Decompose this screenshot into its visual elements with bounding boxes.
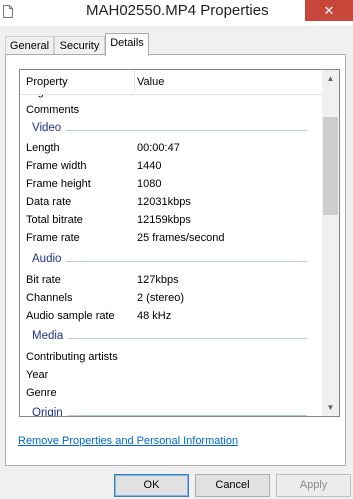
tab-general[interactable]: General: [5, 36, 54, 55]
list-item[interactable]: Year: [20, 367, 322, 385]
property-label: Year: [26, 369, 49, 381]
scrollbar-thumb[interactable]: [323, 117, 338, 215]
group-title: Origin: [32, 407, 68, 416]
column-divider[interactable]: [134, 70, 135, 93]
group-divider: [32, 338, 307, 339]
properties-window: General Security Details Property Value …: [0, 26, 353, 499]
apply-button[interactable]: Apply: [276, 474, 351, 497]
group-title: Video: [32, 122, 67, 134]
property-label: Contributing artists: [26, 351, 118, 363]
cancel-button[interactable]: Cancel: [195, 474, 270, 497]
list-item[interactable]: Contributing artists: [20, 349, 322, 367]
list-item[interactable]: Data rate 12031kbps: [20, 194, 322, 212]
remove-properties-link[interactable]: Remove Properties and Personal Informati…: [18, 435, 238, 447]
property-label: Length: [26, 142, 60, 154]
list-item[interactable]: Audio sample rate 48 kHz: [20, 308, 322, 326]
list-item[interactable]: Length 00:00:47: [20, 140, 322, 158]
property-label: Bit rate: [26, 274, 61, 286]
group-title: Media: [32, 330, 69, 342]
ok-button[interactable]: OK: [114, 474, 189, 497]
group-divider: [32, 130, 307, 131]
property-value: 12031kbps: [137, 196, 191, 208]
close-button[interactable]: ✕: [305, 0, 353, 21]
property-label: Genre: [26, 387, 57, 399]
scroll-down-icon[interactable]: ▼: [322, 399, 339, 416]
property-label: Frame rate: [26, 232, 80, 244]
list-header: Property Value: [20, 70, 322, 95]
group-header-audio: Audio: [20, 252, 322, 270]
property-value: 1440: [137, 160, 162, 172]
list-item[interactable]: Total bitrate 12159kbps: [20, 212, 322, 230]
list-item[interactable]: Bit rate 127kbps: [20, 272, 322, 290]
property-label: Frame height: [26, 178, 91, 190]
list-rows: Tags Comments Video Length 00:00:47 Fram…: [20, 70, 322, 416]
property-label: Comments: [26, 104, 80, 116]
property-label: Audio sample rate: [26, 310, 115, 322]
property-label: Data rate: [26, 196, 72, 208]
list-item[interactable]: Frame height 1080: [20, 176, 322, 194]
group-header-video: Video: [20, 121, 322, 139]
property-list[interactable]: Property Value Tags Comments Video Lengt…: [19, 69, 340, 417]
group-title: Audio: [32, 253, 67, 265]
tab-details[interactable]: Details: [105, 33, 149, 56]
title-bar: MAH02550.MP4 Properties ✕: [0, 0, 353, 26]
property-value: 1080: [137, 178, 162, 190]
property-value: 2 (stereo): [137, 292, 185, 304]
property-value: 00:00:47: [137, 142, 180, 154]
list-item[interactable]: Channels 2 (stereo): [20, 290, 322, 308]
details-panel: Property Value Tags Comments Video Lengt…: [5, 54, 346, 466]
column-header-property[interactable]: Property: [26, 76, 68, 88]
property-value: 127kbps: [137, 274, 179, 286]
property-label: Total bitrate: [26, 214, 83, 226]
tab-security[interactable]: Security: [54, 36, 105, 55]
group-header-media: Media: [20, 329, 322, 347]
property-label: Channels: [26, 292, 73, 304]
group-divider: [32, 415, 307, 416]
column-header-value[interactable]: Value: [137, 76, 164, 88]
property-value: 25 frames/second: [137, 232, 225, 244]
window-title: MAH02550.MP4 Properties: [86, 2, 269, 19]
list-item[interactable]: Genre: [20, 385, 322, 403]
list-item[interactable]: Frame rate 25 frames/second: [20, 230, 322, 248]
group-divider: [32, 261, 307, 262]
property-value: 48 kHz: [137, 310, 172, 322]
file-icon: [3, 5, 13, 18]
list-item[interactable]: Comments: [20, 102, 322, 120]
group-header-origin: Origin: [20, 406, 322, 416]
list-item[interactable]: Frame width 1440: [20, 158, 322, 176]
scroll-up-icon[interactable]: ▲: [322, 70, 339, 87]
property-value: 12159kbps: [137, 214, 191, 226]
property-label: Frame width: [26, 160, 87, 172]
vertical-scrollbar[interactable]: ▲ ▼: [322, 70, 339, 416]
